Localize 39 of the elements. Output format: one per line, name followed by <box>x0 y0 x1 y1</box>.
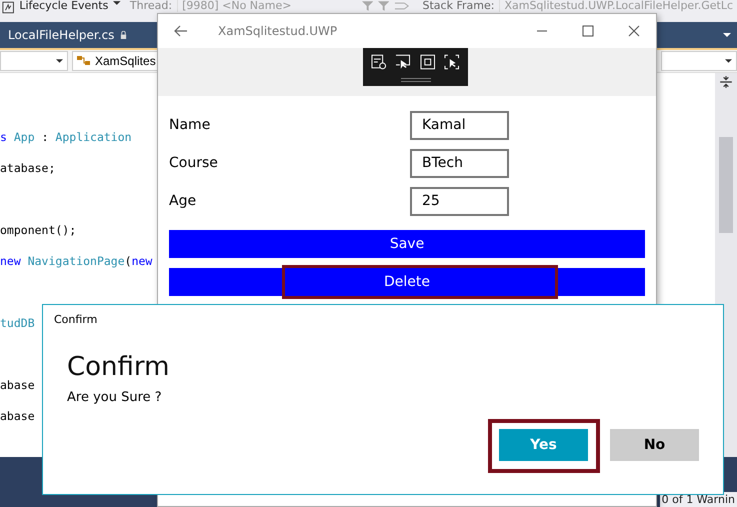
field-label: Age <box>169 193 198 209</box>
input-field[interactable]: Kamal <box>410 110 509 140</box>
code-line: atabase; <box>0 161 56 175</box>
split-icon[interactable] <box>719 75 733 89</box>
code-line: tudDB <box>0 316 35 330</box>
select-element-icon[interactable] <box>395 54 410 70</box>
dialog-button[interactable]: No <box>610 429 699 461</box>
code-line: omponent(); <box>0 223 76 237</box>
dialog-title: Confirm <box>53 312 98 326</box>
caret-icon <box>56 59 63 63</box>
class-icon <box>77 55 91 67</box>
document-tab[interactable]: LocalFileHelper.cs <box>0 22 136 48</box>
dialog-heading: Confirm <box>66 351 170 382</box>
caret-icon <box>725 59 732 63</box>
action-button[interactable]: Save <box>169 230 645 258</box>
lifecycle-events-menu[interactable]: Lifecycle Events <box>19 0 108 12</box>
dialog-message: Are you Sure ? <box>66 389 163 405</box>
stack-frame-label: Stack Frame: <box>422 0 494 12</box>
code-line: abase <box>0 409 35 423</box>
layout-adorner-icon[interactable] <box>420 54 435 70</box>
maximize-icon[interactable] <box>582 25 594 37</box>
caret-icon[interactable] <box>113 1 121 5</box>
back-icon[interactable] <box>174 25 188 37</box>
field-label: Name <box>169 117 212 133</box>
field-label: Course <box>169 155 219 171</box>
caret-icon[interactable] <box>723 33 731 37</box>
code-line: abase <box>0 378 35 392</box>
track-focus-icon[interactable] <box>444 54 460 70</box>
lifecycle-icon[interactable] <box>2 1 14 14</box>
window-title: XamSqlitestud.UWP <box>218 24 338 38</box>
action-button[interactable]: Delete <box>169 268 645 296</box>
thread-label: Thread: <box>130 0 172 12</box>
input-field[interactable]: BTech <box>410 148 509 178</box>
visual-tree-icon[interactable] <box>370 54 386 70</box>
close-icon[interactable] <box>628 25 640 37</box>
code-line: s App : Application <box>0 130 132 144</box>
input-field[interactable]: 25 <box>410 186 509 216</box>
code-line: new NavigationPage(new <box>0 254 152 268</box>
class-dropdown[interactable]: XamSqlites <box>72 51 159 71</box>
